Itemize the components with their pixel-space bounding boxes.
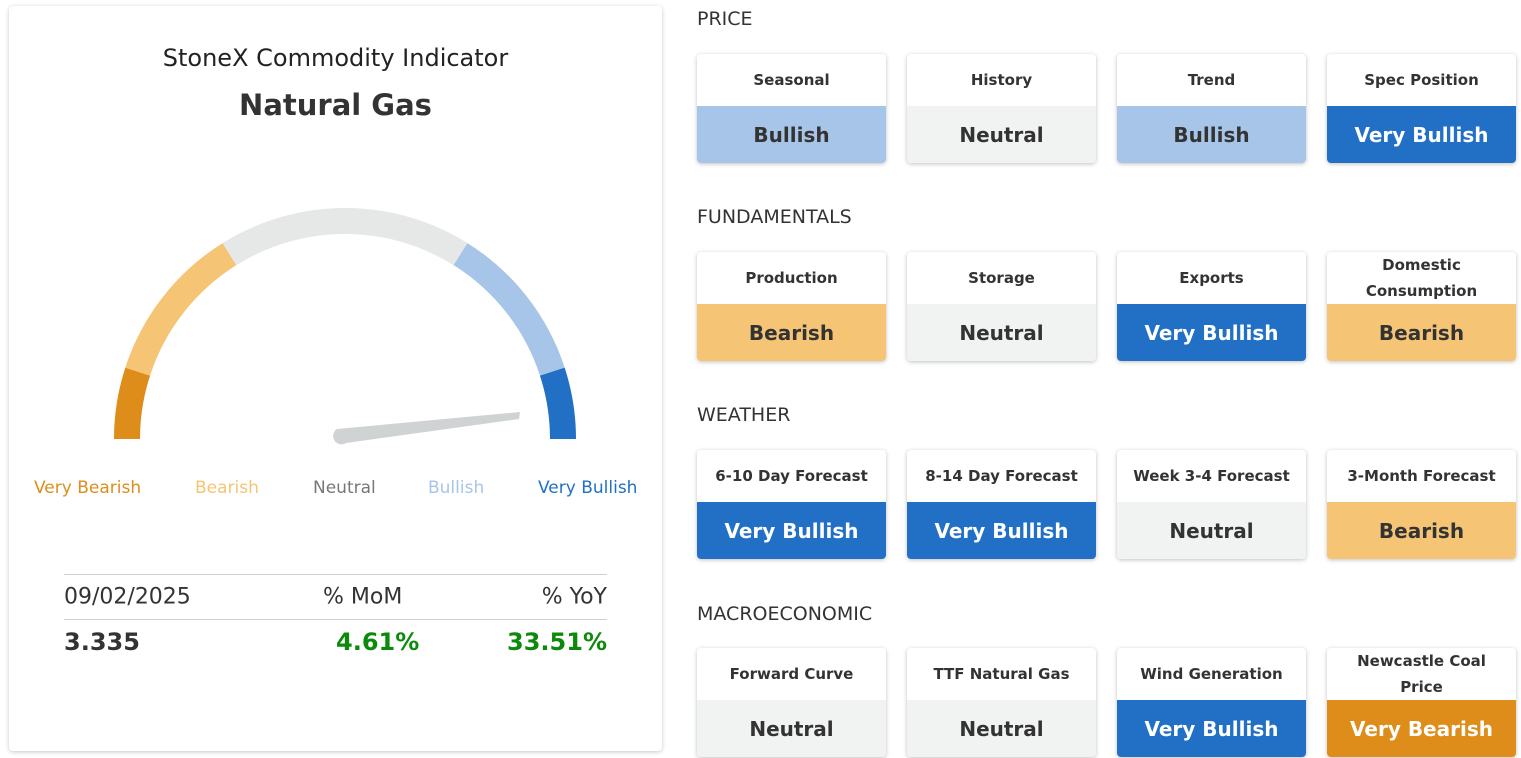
stats-price: 3.335 bbox=[64, 628, 140, 656]
stats-mom-value: 4.61% bbox=[336, 628, 420, 656]
gauge-label-bullish: Bullish bbox=[428, 478, 485, 498]
card-sentiment: Bearish bbox=[1327, 502, 1516, 559]
stats-yoy-header: % YoY bbox=[541, 584, 607, 610]
indicator-card-8-14-day-forecast[interactable]: 8-14 Day Forecast Very Bullish bbox=[907, 450, 1096, 559]
gauge-label-very-bullish: Very Bullish bbox=[538, 478, 638, 498]
card-sentiment: Bullish bbox=[1117, 106, 1306, 163]
indicator-card-week-3-4-forecast[interactable]: Week 3-4 Forecast Neutral bbox=[1117, 450, 1306, 559]
card-label: Forward Curve bbox=[729, 665, 854, 683]
gauge-segment-bearish bbox=[125, 243, 237, 376]
sentiment-gauge bbox=[114, 207, 576, 445]
indicator-card-spec-position[interactable]: Spec Position Very Bullish bbox=[1327, 54, 1516, 163]
card-label: Week 3-4 Forecast bbox=[1133, 467, 1290, 485]
card-label: 8-14 Day Forecast bbox=[925, 467, 1078, 485]
card-label: Trend bbox=[1187, 71, 1236, 89]
card-sentiment: Very Bullish bbox=[1117, 304, 1306, 361]
indicator-card-history[interactable]: History Neutral bbox=[907, 54, 1096, 163]
price-stats-table: 09/02/2025 % MoM % YoY 3.335 4.61% 33.51… bbox=[64, 574, 607, 664]
card-sentiment: Neutral bbox=[1117, 502, 1306, 559]
stats-date: 09/02/2025 bbox=[64, 584, 191, 610]
gauge-needle bbox=[333, 412, 520, 445]
card-sentiment: Very Bearish bbox=[1327, 700, 1516, 757]
indicator-card-domestic-consumption[interactable]: Domestic Consumption Bearish bbox=[1327, 252, 1516, 361]
card-label: Spec Position bbox=[1364, 71, 1479, 89]
card-sentiment: Neutral bbox=[907, 304, 1096, 361]
card-label: TTF Natural Gas bbox=[933, 665, 1070, 683]
indicator-card-storage[interactable]: Storage Neutral bbox=[907, 252, 1096, 361]
card-sentiment: Very Bullish bbox=[1117, 700, 1306, 757]
indicator-card-3-month-forecast[interactable]: 3-Month Forecast Bearish bbox=[1327, 450, 1516, 559]
gauge-segment-bullish bbox=[453, 243, 565, 376]
gauge-segment-very-bearish bbox=[114, 367, 151, 440]
indicator-card-production[interactable]: Production Bearish bbox=[697, 252, 886, 361]
stats-yoy-value: 33.51% bbox=[507, 628, 607, 656]
indicator-card-ttf-natural-gas[interactable]: TTF Natural Gas Neutral bbox=[907, 648, 1096, 757]
card-sentiment: Neutral bbox=[907, 106, 1096, 163]
section-title-macroeconomic: MACROECONOMIC bbox=[697, 603, 873, 625]
section-title-price: PRICE bbox=[697, 8, 753, 30]
gauge-label-neutral: Neutral bbox=[313, 478, 376, 498]
card-label: Newcastle Coal Price bbox=[1357, 652, 1486, 696]
card-sentiment: Very Bullish bbox=[907, 502, 1096, 559]
card-label: Wind Generation bbox=[1140, 665, 1283, 683]
card-sentiment: Bearish bbox=[1327, 304, 1516, 361]
gauge-label-very-bearish: Very Bearish bbox=[34, 478, 142, 498]
card-label: Seasonal bbox=[753, 71, 830, 89]
section-title-fundamentals: FUNDAMENTALS bbox=[697, 206, 852, 228]
gauge-segment-neutral bbox=[222, 207, 468, 266]
card-sentiment: Neutral bbox=[907, 700, 1096, 757]
gauge-label-bearish: Bearish bbox=[195, 478, 259, 498]
card-sentiment: Very Bullish bbox=[1327, 106, 1516, 163]
card-sentiment: Very Bullish bbox=[697, 502, 886, 559]
card-label: Production bbox=[745, 269, 838, 287]
card-label: 6-10 Day Forecast bbox=[715, 467, 868, 485]
indicator-card-forward-curve[interactable]: Forward Curve Neutral bbox=[697, 648, 886, 757]
indicator-card-newcastle-coal-price[interactable]: Newcastle Coal Price Very Bearish bbox=[1327, 648, 1516, 757]
gauge-segment-very-bullish bbox=[539, 367, 576, 440]
indicator-card-exports[interactable]: Exports Very Bullish bbox=[1117, 252, 1306, 361]
stats-header-row: 09/02/2025 % MoM % YoY bbox=[64, 575, 607, 619]
card-sentiment: Bearish bbox=[697, 304, 886, 361]
indicator-panel: StoneX Commodity Indicator Natural Gas V… bbox=[9, 6, 662, 751]
stats-value-row: 3.335 4.61% 33.51% bbox=[64, 620, 607, 664]
card-sentiment: Neutral bbox=[697, 700, 886, 757]
card-label: Domestic Consumption bbox=[1365, 256, 1478, 300]
indicator-card-trend[interactable]: Trend Bullish bbox=[1117, 54, 1306, 163]
card-label: Storage bbox=[968, 269, 1035, 287]
indicator-card-seasonal[interactable]: Seasonal Bullish bbox=[697, 54, 886, 163]
stats-mom-header: % MoM bbox=[323, 584, 403, 610]
card-label: History bbox=[970, 71, 1033, 89]
card-sentiment: Bullish bbox=[697, 106, 886, 163]
indicator-card-6-10-day-forecast[interactable]: 6-10 Day Forecast Very Bullish bbox=[697, 450, 886, 559]
card-label: 3-Month Forecast bbox=[1347, 467, 1496, 485]
indicator-card-wind-generation[interactable]: Wind Generation Very Bullish bbox=[1117, 648, 1306, 757]
section-title-weather: WEATHER bbox=[697, 404, 791, 426]
card-label: Exports bbox=[1179, 269, 1244, 287]
